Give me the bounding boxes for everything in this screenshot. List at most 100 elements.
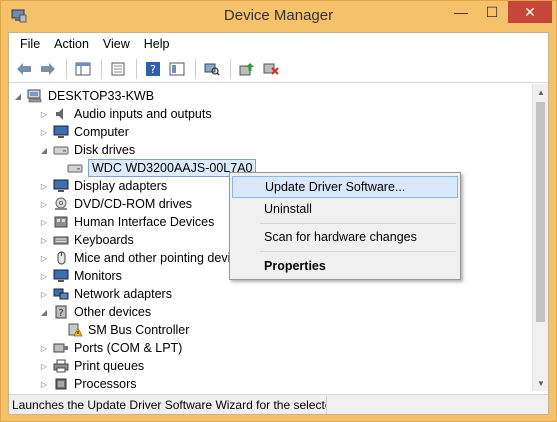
minimize-button[interactable]: — [446,1,476,23]
tree-item-other-devices[interactable]: ◢ ? Other devices [39,303,151,321]
tree-item-monitors[interactable]: ▷ Monitors [39,267,122,285]
expand-icon[interactable]: ▷ [39,123,49,141]
tree-item-label: Disk drives [74,143,136,157]
expand-icon[interactable]: ▷ [39,249,49,267]
menu-file[interactable]: File [13,33,47,55]
menu-help[interactable]: Help [137,33,177,55]
printer-icon [53,359,69,373]
tree-item-hid[interactable]: ▷ Human Interface Devices [39,213,214,231]
toolbar-separator [101,58,102,79]
tree-item-label: Computer [74,125,129,139]
tree-item-mice[interactable]: ▷ Mice and other pointing devic [39,249,237,267]
uninstall-menu-item[interactable]: Uninstall [232,198,458,220]
tree-item-network[interactable]: ▷ Network adapters [39,285,172,303]
computer-icon [27,89,42,103]
vertical-scrollbar[interactable]: ▲ ▼ [532,84,548,391]
properties-menu-item[interactable]: Properties [232,255,458,277]
properties-icon [111,62,125,75]
menu-separator [260,223,456,224]
close-button[interactable]: ✕ [508,1,552,23]
tree-item-label: Network adapters [74,287,172,301]
expand-icon[interactable]: ▷ [39,231,49,249]
toolbar-separator [230,58,231,79]
toolbar-separator [195,58,196,79]
tree-item-dvd[interactable]: ▷ DVD/CD-ROM drives [39,195,192,213]
collapse-icon[interactable]: ◢ [13,87,23,105]
collapse-icon[interactable]: ◢ [39,141,49,159]
tree-item-audio[interactable]: ▷ Audio inputs and outputs [39,105,212,123]
scan-hardware-icon [204,63,220,76]
keyboard-icon [53,236,69,245]
back-arrow-icon [17,62,31,75]
uninstall-icon [263,63,279,75]
expand-icon[interactable]: ▷ [39,357,49,375]
tree-item-label: Human Interface Devices [74,215,215,229]
update-driver-toolbar-button[interactable] [236,58,258,80]
svg-text:?: ? [150,63,156,76]
hid-icon [54,216,68,228]
expand-icon[interactable]: ▷ [39,177,49,195]
svg-text:?: ? [58,308,63,319]
tree-item-print-queues[interactable]: ▷ Print queues [39,357,144,375]
update-driver-menu-item[interactable]: Update Driver Software... [232,176,458,198]
properties-toolbar-button[interactable] [107,58,129,80]
warning-device-icon [68,323,83,337]
forward-button[interactable] [37,58,59,80]
network-icon [53,288,69,300]
help-toolbar-button[interactable]: ? [142,58,164,80]
tree-item-label: Print queues [74,359,145,373]
disk-drive-icon [67,164,83,173]
toolbar-separator [136,58,137,79]
tree-item-computer[interactable]: ▷ Computer [39,123,129,141]
expand-icon[interactable]: ▷ [39,213,49,231]
menu-separator [260,251,456,252]
status-bar: Launches the Update Driver Software Wiza… [9,394,548,414]
scan-hardware-menu-item[interactable]: Scan for hardware changes [232,226,458,248]
other-devices-icon: ? [55,305,67,319]
expand-icon[interactable]: ▷ [39,339,49,357]
disk-drive-icon [53,146,69,155]
scan-hardware-toolbar-button[interactable] [201,58,223,80]
tree-item-label: Keyboards [74,233,134,247]
status-text: Launches the Update Driver Software Wiza… [9,395,327,414]
expand-icon[interactable]: ▷ [39,105,49,123]
scroll-thumb[interactable] [536,102,545,322]
view-icon [169,62,185,75]
expand-icon[interactable]: ▷ [39,267,49,285]
expand-icon[interactable]: ▷ [39,375,49,391]
tree-item-label: Mice and other pointing devic [74,251,237,265]
tree-item-label: DVD/CD-ROM drives [74,197,193,211]
tree-item-keyboards[interactable]: ▷ Keyboards [39,231,134,249]
tree-item-ports[interactable]: ▷ Ports (COM & LPT) [39,339,182,357]
context-menu: Update Driver Software... Uninstall Scan… [229,172,461,280]
toolbar: ? [9,55,548,83]
help-icon: ? [146,61,160,76]
expand-icon[interactable]: ▷ [39,285,49,303]
menu-view[interactable]: View [96,33,137,55]
scroll-down-icon[interactable]: ▼ [533,375,549,391]
title-bar[interactable]: Device Manager — ☐ ✕ [1,1,556,32]
tree-item-disk-drives[interactable]: ◢ Disk drives [39,141,135,159]
update-driver-icon [239,62,254,75]
toolbar-separator [66,58,67,79]
tree-root-label: DESKTOP33-KWB [48,89,155,103]
collapse-icon[interactable]: ◢ [39,303,49,321]
tree-root[interactable]: ◢ DESKTOP33-KWB [13,87,154,105]
uninstall-toolbar-button[interactable] [260,58,282,80]
scroll-up-icon[interactable]: ▲ [533,84,549,100]
maximize-button[interactable]: ☐ [477,1,507,23]
tree-item-sm-bus[interactable]: SM Bus Controller [67,321,189,339]
show-hide-console-tree-button[interactable] [72,58,94,80]
menu-action[interactable]: Action [47,33,96,55]
view-toolbar-button[interactable] [166,58,188,80]
monitor-icon [53,269,69,282]
tree-item-label: Monitors [74,269,122,283]
tree-item-processors[interactable]: ▷ Processors [39,375,137,391]
back-button[interactable] [13,58,35,80]
computer-icon [53,125,69,138]
forward-arrow-icon [41,62,55,75]
menu-bar: File Action View Help [9,33,548,55]
expand-icon[interactable]: ▷ [39,195,49,213]
tree-item-display-adapters[interactable]: ▷ Display adapters [39,177,167,195]
tree-item-label: Other devices [74,305,152,319]
